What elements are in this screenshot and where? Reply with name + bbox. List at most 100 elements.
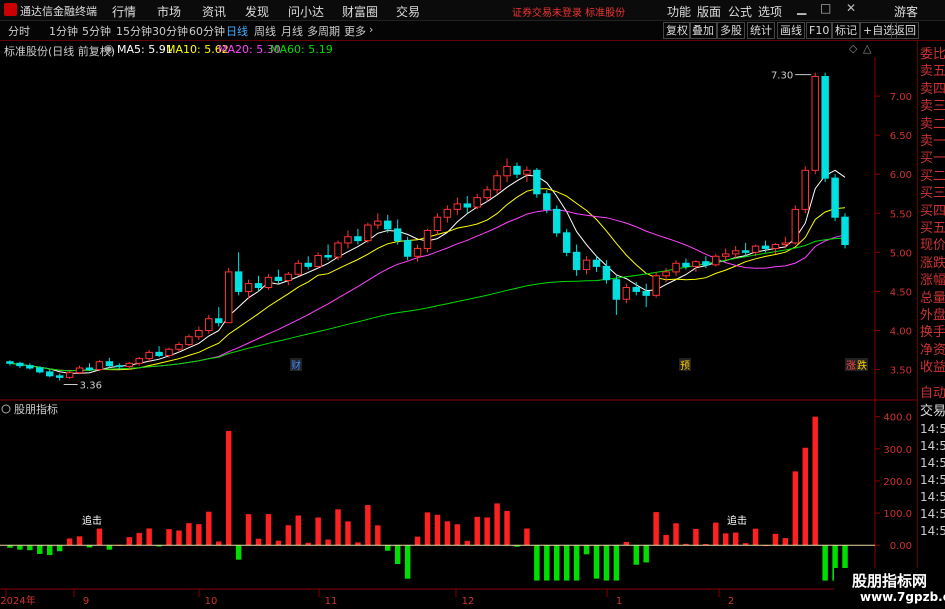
- guest-label[interactable]: 游客: [894, 3, 918, 20]
- candle-body: [344, 236, 352, 244]
- menu-jiaoyi[interactable]: 交易: [396, 3, 420, 20]
- candle-body: [513, 165, 521, 175]
- period-weekly[interactable]: 周线: [254, 23, 276, 39]
- tongji-button[interactable]: 统计: [747, 22, 775, 39]
- indicator-bar: [554, 545, 560, 581]
- period-multi[interactable]: 多周期: [307, 23, 340, 39]
- biaoji-button[interactable]: 标记: [832, 22, 860, 39]
- indicator-bar: [66, 538, 73, 546]
- candle-body: [483, 189, 491, 199]
- quote-label-0: 委比: [920, 47, 945, 62]
- period-daily[interactable]: 日线: [226, 23, 248, 39]
- f10-button[interactable]: F10: [806, 22, 833, 39]
- candle-body: [165, 348, 173, 356]
- indicator-bar: [375, 525, 381, 546]
- candle-body: [473, 197, 481, 208]
- menu-gongneng[interactable]: 功能: [667, 3, 691, 20]
- period-1min[interactable]: 1分钟: [49, 23, 78, 39]
- candle-body: [36, 367, 44, 373]
- candle-body: [354, 236, 362, 242]
- diamond-icon[interactable]: ◇: [849, 42, 857, 55]
- close-icon[interactable]: ✕: [846, 1, 856, 15]
- candle-body: [284, 273, 293, 281]
- indicator-bar: [255, 538, 262, 546]
- date-label-0: 2024年: [0, 594, 35, 607]
- trade-time-5: 14:56: [920, 507, 945, 521]
- huaxian-button[interactable]: 画线: [777, 22, 805, 39]
- candle-body: [423, 229, 432, 249]
- candle-body: [791, 208, 800, 244]
- candle-body: [155, 351, 163, 356]
- candle-body: [125, 362, 133, 367]
- indicator-bar: [822, 545, 828, 581]
- indicator-bar: [643, 545, 649, 563]
- menu-wenxiaoda[interactable]: 问小达: [288, 3, 324, 20]
- indicator-bar: [136, 532, 142, 546]
- period-toolbar: 分时 1分钟 5分钟 15分钟 30分钟 60分钟 日线 周线 月线 多周期 更…: [0, 21, 945, 41]
- auto-label[interactable]: 自动: [920, 384, 945, 403]
- duogu-button[interactable]: 多股: [717, 22, 745, 39]
- period-monthly[interactable]: 月线: [281, 23, 303, 39]
- candle-body: [224, 271, 233, 324]
- minimize-icon[interactable]: ▁: [797, 1, 806, 15]
- indicator-bar: [534, 545, 540, 581]
- maximize-icon[interactable]: □: [820, 1, 831, 15]
- candle-body: [135, 358, 143, 364]
- date-label-6: 2: [728, 596, 734, 607]
- period-15min[interactable]: 15分钟: [116, 23, 152, 39]
- candle-body: [145, 351, 153, 360]
- candle-body: [642, 290, 650, 296]
- menu-hangqing[interactable]: 行情: [112, 3, 136, 20]
- diejia-button[interactable]: 叠加: [689, 22, 717, 39]
- indicator-bar: [673, 523, 679, 546]
- candle-body: [75, 367, 84, 374]
- chevron-right-icon[interactable]: ›: [369, 23, 373, 36]
- indicator-bar: [76, 536, 83, 546]
- period-5min[interactable]: 5分钟: [82, 23, 111, 39]
- indicator-bar: [693, 528, 699, 546]
- quote-label-8: 买三: [920, 186, 945, 202]
- indicator-bar: [484, 517, 490, 546]
- indicator-bar: [593, 545, 600, 579]
- menu-shichang[interactable]: 市场: [157, 3, 181, 20]
- candle-body: [533, 169, 541, 195]
- candle-body: [274, 276, 283, 281]
- quote-label-9: 买四: [920, 203, 945, 219]
- candle-body: [364, 224, 372, 242]
- back-button[interactable]: 返回: [891, 22, 919, 39]
- trade-label[interactable]: 交易: [920, 402, 945, 421]
- period-60min[interactable]: 60分钟: [189, 23, 225, 39]
- indicator-bar: [56, 545, 63, 552]
- candle-body: [65, 372, 74, 378]
- period-fenshi[interactable]: 分时: [8, 23, 30, 39]
- menu-caifuquan[interactable]: 财富圈: [342, 3, 378, 20]
- indicator-bar: [772, 533, 779, 546]
- fuquan-button[interactable]: 复权: [663, 22, 691, 39]
- candle-body: [731, 250, 740, 255]
- candle-body: [582, 259, 591, 271]
- settings-circle-icon[interactable]: ◉: [104, 42, 114, 55]
- indicator-bar: [335, 509, 341, 546]
- ma60-label: MA60: 5.19: [270, 43, 333, 56]
- login-warning[interactable]: 证券交易未登录 标准股份: [512, 4, 625, 19]
- candle-body: [503, 165, 511, 177]
- menu-zixun[interactable]: 资讯: [202, 3, 226, 20]
- indicator-bars: [7, 416, 848, 581]
- indicator-bar: [792, 471, 799, 546]
- menu-banmian[interactable]: 版面: [697, 3, 721, 20]
- kline-chart[interactable]: 7.00 6.50 6.00 5.50 5.00 4.50 4.00 3.50 7.30 3.36…: [0, 57, 917, 609]
- indicator-bar: [663, 534, 669, 546]
- indicator-bar: [27, 545, 33, 551]
- menu-xuanxiang[interactable]: 选项: [758, 3, 782, 20]
- indicator-bar: [245, 514, 252, 546]
- menu-faxian[interactable]: 发现: [245, 3, 269, 20]
- period-30min[interactable]: 30分钟: [152, 23, 188, 39]
- ind-axis-label-1: 300.0: [883, 445, 912, 456]
- indicator-bar: [345, 521, 351, 546]
- period-more[interactable]: 更多: [344, 23, 366, 39]
- menu-gongshi[interactable]: 公式: [728, 3, 752, 20]
- triangle-up-icon[interactable]: △: [863, 42, 871, 55]
- indicator-bar: [47, 545, 53, 556]
- indicator-bar: [285, 525, 292, 546]
- date-label-5: 1: [616, 596, 622, 607]
